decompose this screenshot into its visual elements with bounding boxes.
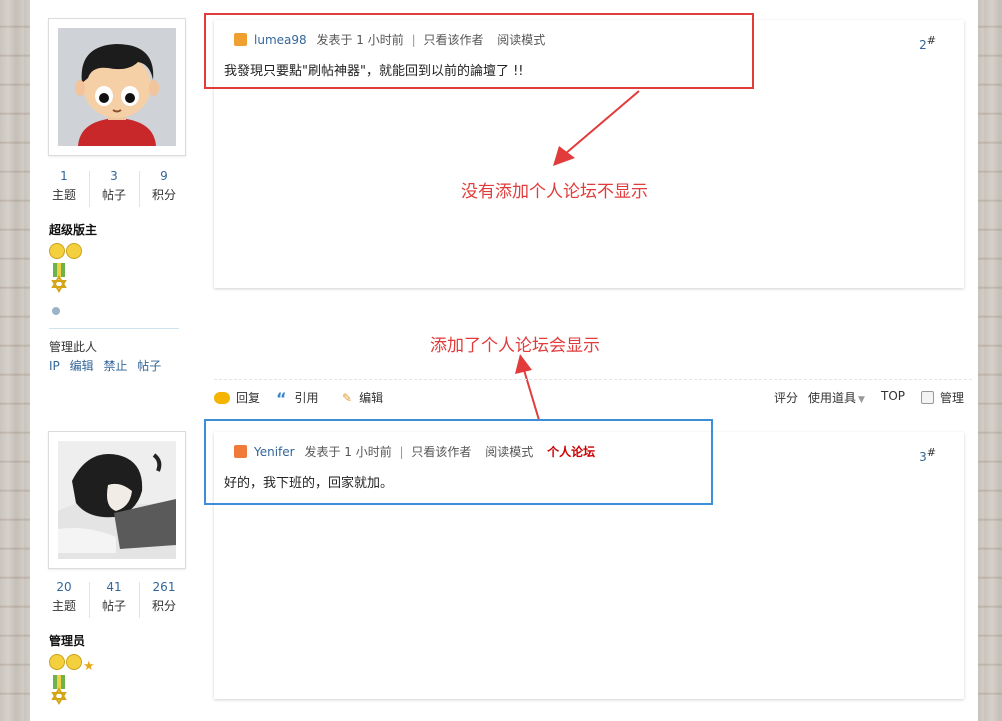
anime-avatar-image [58,441,176,559]
manage-posts-link[interactable]: 帖子 [137,359,161,373]
stat-posts[interactable]: 41 帖子 [89,578,139,616]
stat-threads-num[interactable]: 20 [39,578,89,596]
floor-number[interactable]: 3# [919,446,936,464]
manage-links: IP 编辑 禁止 帖子 [49,357,161,374]
floor-number[interactable]: 2# [919,34,936,52]
stat-posts-num[interactable]: 3 [89,167,139,185]
rate-button[interactable]: 评分 [774,389,798,406]
edit-button[interactable]: ✎ 编辑 [342,389,383,406]
pencil-icon: ✎ [342,391,353,405]
user2-rank: 管理员 [49,634,86,648]
stat-posts[interactable]: 3 帖子 [89,167,139,205]
user2-avatar[interactable] [48,431,186,569]
manage-checkbox[interactable]: 管理 [921,389,964,406]
cartoon-avatar-image [58,28,176,146]
star-icon: ★ [83,659,95,674]
quote-button[interactable]: “ 引用 [276,389,319,408]
stat-credits[interactable]: 261 积分 [139,578,189,616]
quote-icon: “ [276,389,287,408]
stat-posts-num[interactable]: 41 [89,578,139,596]
divider [214,379,972,380]
reply-label[interactable]: 回复 [236,391,260,405]
floor-number-value[interactable]: 2 [919,38,927,52]
medal-icon [49,675,69,714]
floor-mark: # [926,446,936,459]
user2-stats: 20 主题 41 帖子 261 积分 [39,578,189,622]
chevron-down-icon: ▼ [858,395,865,405]
reply-icon [214,392,230,404]
user1-stats: 1 主题 3 帖子 9 积分 [39,167,189,211]
use-tool-label[interactable]: 使用道具 [808,391,856,405]
top-button[interactable]: TOP [881,389,905,403]
smiley-icon [49,654,65,670]
smiley-icon [66,654,82,670]
highlight-box-red [204,13,754,89]
edit-label[interactable]: 编辑 [359,391,383,405]
stat-credits-num[interactable]: 9 [139,167,189,185]
manage-ban-link[interactable]: 禁止 [103,359,127,373]
smiley-icon [66,243,82,259]
stat-threads[interactable]: 20 主题 [39,578,89,616]
highlight-box-blue [204,419,713,505]
checkbox-icon[interactable] [921,391,934,404]
manage-ip-link[interactable]: IP [49,359,60,373]
stat-posts-label: 帖子 [101,599,126,613]
user1-emoji-badges [49,243,83,262]
manage-edit-link[interactable]: 编辑 [70,359,94,373]
user2-emoji-badges: ★ [49,654,95,674]
stat-threads[interactable]: 1 主题 [39,167,89,205]
forum-page: 1 主题 3 帖子 9 积分 超级版主 管理此人 IP 编辑 禁止 帖子 lum… [30,0,978,721]
stat-threads-num[interactable]: 1 [39,167,89,185]
medal-icon [49,263,69,302]
post-action-bar: 回复 “ 引用 ✎ 编辑 评分 使用道具 ▼ TOP 管理 [214,386,972,408]
quote-label[interactable]: 引用 [295,391,319,405]
stat-credits-label: 积分 [151,599,176,613]
stat-credits-label: 积分 [151,188,176,202]
smiley-icon [49,243,65,259]
user1-avatar[interactable] [48,18,186,156]
floor-number-value[interactable]: 3 [919,450,927,464]
stat-posts-label: 帖子 [101,188,126,202]
stat-threads-label: 主题 [51,599,76,613]
floor-mark: # [926,34,936,47]
reply-button[interactable]: 回复 [214,389,260,406]
online-status-icon [51,305,61,315]
annotation-arrow-icon [553,90,640,166]
annotation-no-forum: 没有添加个人论坛不显示 [461,182,648,202]
stat-threads-label: 主题 [51,188,76,202]
user1-rank: 超级版主 [49,223,98,237]
use-tool-dropdown[interactable]: 使用道具 ▼ [808,389,865,406]
manage-label: 管理 [940,391,965,405]
divider [49,328,179,329]
manage-user-label: 管理此人 [49,340,98,354]
stat-credits[interactable]: 9 积分 [139,167,189,205]
stat-credits-num[interactable]: 261 [139,578,189,596]
